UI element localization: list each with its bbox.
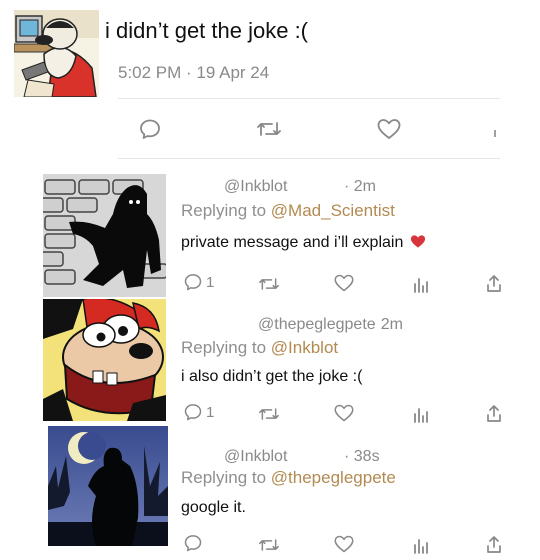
main-divider-bottom — [118, 158, 500, 159]
reply-3-time: · 38s — [344, 448, 380, 465]
reply-2-replying-to: Replying to @Inkblot — [181, 338, 338, 358]
reply-3-text: google it. — [181, 499, 246, 516]
reply-3-analytics-button[interactable] — [413, 536, 429, 559]
reply-1-reply-button[interactable]: 1 — [183, 272, 214, 292]
main-reply-button[interactable] — [138, 117, 162, 146]
reply-2-reply-count: 1 — [206, 403, 215, 421]
main-tweet-timestamp: 5:02 PM · 19 Apr 24 — [118, 63, 270, 82]
reply-2-analytics-button[interactable] — [413, 405, 429, 428]
reply-1-avatar[interactable] — [43, 174, 166, 297]
reply-2-mention[interactable]: @Inkblot — [271, 338, 338, 357]
share-icon — [494, 130, 496, 137]
reply-bubble-icon — [140, 119, 160, 139]
reply-2-retweet-button[interactable] — [258, 404, 280, 429]
heart-icon — [334, 404, 354, 422]
reply-1-reply-count: 1 — [206, 273, 215, 291]
replying-prefix: Replying to — [181, 201, 267, 220]
reply-1-handle[interactable]: @Inkblot — [224, 178, 287, 196]
main-tweet-text: i didn’t get the joke :( — [105, 18, 309, 43]
main-retweet-button[interactable] — [256, 117, 282, 146]
reply-3-replying-to: Replying to @thepeglegpete — [181, 468, 396, 488]
main-avatar[interactable] — [14, 10, 99, 97]
retweet-icon — [259, 539, 279, 551]
analytics-icon — [414, 408, 428, 423]
reply-3-like-button[interactable] — [333, 534, 355, 559]
reply-3-avatar[interactable] — [48, 426, 168, 546]
reply-1-mention[interactable]: @Mad_Scientist — [271, 201, 395, 220]
reply-3-retweet-button[interactable] — [258, 535, 280, 560]
reply-bubble-icon — [184, 404, 202, 421]
reply-2-avatar[interactable] — [43, 299, 166, 421]
analytics-icon — [414, 539, 428, 554]
retweet-icon — [259, 408, 279, 420]
share-icon — [487, 536, 501, 553]
reply-2-text: i also didn’t get the joke :( — [181, 368, 363, 385]
reply-2-share-button[interactable] — [486, 403, 502, 428]
reply-3-handle[interactable]: @Inkblot — [224, 448, 287, 466]
retweet-icon — [259, 278, 279, 290]
share-icon — [487, 405, 501, 422]
reply-1-text: private message and i’ll explain — [181, 234, 426, 252]
replying-prefix: Replying to — [181, 338, 267, 357]
retweet-icon — [257, 122, 281, 136]
reply-2-handle[interactable]: @thepeglegpete — [258, 316, 376, 334]
reply-bubble-icon — [184, 535, 202, 552]
reply-1-retweet-button[interactable] — [258, 274, 280, 299]
reply-3-mention[interactable]: @thepeglegpete — [271, 468, 396, 487]
reply-3-share-button[interactable] — [486, 534, 502, 559]
replying-prefix: Replying to — [181, 468, 267, 487]
reply-3-reply-button[interactable] — [183, 533, 203, 558]
heart-icon — [334, 274, 354, 292]
reply-1-analytics-button[interactable] — [413, 275, 429, 298]
analytics-icon — [414, 278, 428, 293]
reply-1-like-button[interactable] — [333, 273, 355, 298]
reply-1-replying-to: Replying to @Mad_Scientist — [181, 201, 395, 221]
main-divider-top — [118, 98, 500, 99]
main-like-button[interactable] — [376, 117, 402, 146]
reply-2-like-button[interactable] — [333, 403, 355, 428]
reply-2-time: · 2m — [371, 316, 403, 333]
reply-1-time: · 2m — [344, 178, 376, 195]
reply-bubble-icon — [184, 274, 202, 291]
share-icon — [487, 275, 501, 292]
reply-1-share-button[interactable] — [486, 273, 502, 298]
reply-1-text-content: private message and i’ll explain — [181, 234, 404, 251]
heart-icon — [334, 535, 354, 553]
red-heart-emoji — [410, 235, 425, 248]
reply-2-reply-button[interactable]: 1 — [183, 402, 214, 422]
heart-icon — [377, 119, 401, 139]
main-share-button[interactable] — [492, 124, 500, 143]
